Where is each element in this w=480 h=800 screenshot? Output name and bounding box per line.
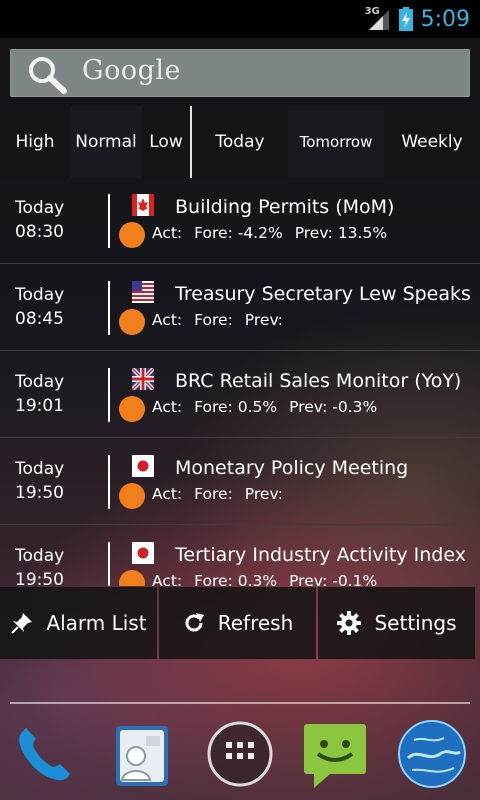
row-divider: [108, 368, 110, 422]
search-icon: [29, 57, 67, 94]
event-row[interactable]: Today 08:30 Building Permits (MoM) Act: Fo…: [0, 178, 480, 264]
network-type: 3G: [364, 6, 380, 17]
importance-dot: [119, 309, 145, 335]
home-dock: [0, 712, 480, 800]
canada-flag-icon: [132, 194, 154, 216]
event-values: Act: Fore: Prev:: [152, 311, 283, 329]
contacts-icon[interactable]: [106, 718, 178, 790]
event-values: Act: Fore: Prev:: [152, 485, 283, 503]
event-row[interactable]: Today 19:50 Monetary Policy Meeting Act: F…: [0, 439, 480, 525]
event-values: Act: Fore: 0.3% Prev: -0.1%: [152, 572, 378, 586]
pin-icon: [11, 613, 33, 634]
row-separator: [0, 350, 480, 351]
event-title: Monetary Policy Meeting: [175, 457, 409, 479]
options-menu: Alarm List Refresh Settings: [0, 587, 475, 659]
event-datetime: Today 08:30: [15, 198, 65, 242]
signal-icon: 3G: [365, 6, 391, 32]
google-search-bar[interactable]: Google: [10, 49, 470, 97]
japan-flag-icon: [132, 455, 154, 477]
row-divider: [108, 281, 110, 335]
row-divider: [108, 194, 110, 248]
importance-dot: [119, 483, 145, 509]
gear-icon: [337, 611, 362, 635]
app-drawer-icon[interactable]: [204, 718, 276, 790]
importance-dot: [119, 222, 145, 248]
status-clock: 5:09: [420, 6, 470, 32]
battery-icon: [398, 7, 413, 31]
row-separator: [0, 524, 480, 525]
japan-flag-icon: [132, 542, 154, 564]
event-datetime: Today 08:45: [15, 285, 65, 329]
tab-normal[interactable]: Normal: [70, 106, 142, 178]
event-datetime: Today 19:50: [15, 546, 65, 586]
event-datetime: Today 19:50: [15, 459, 65, 503]
event-title: Building Permits (MoM): [175, 196, 395, 218]
event-row[interactable]: Today 08:45 Treasury Secretary Lew Speaks…: [0, 265, 480, 351]
alarm-list-button[interactable]: Alarm List: [0, 587, 157, 659]
event-title: Tertiary Industry Activity Index: [175, 544, 466, 566]
row-divider: [108, 455, 110, 509]
tab-today[interactable]: Today: [192, 106, 288, 178]
event-row[interactable]: Today 19:50 Tertiary Industry Activity In…: [0, 526, 480, 586]
messaging-icon[interactable]: [300, 718, 372, 790]
usa-flag-icon: [132, 281, 154, 303]
event-title: BRC Retail Sales Monitor (YoY): [175, 370, 462, 392]
search-label: Google: [82, 55, 181, 86]
event-values: Act: Fore: -4.2% Prev: 13.5%: [152, 224, 388, 242]
status-bar: 3G 5:09: [0, 0, 480, 38]
tab-tomorrow[interactable]: Tomorrow: [288, 106, 384, 178]
row-separator: [0, 263, 480, 264]
uk-flag-icon: [132, 368, 154, 390]
dock-divider: [10, 702, 470, 704]
tab-weekly[interactable]: Weekly: [384, 106, 480, 178]
tab-high[interactable]: High: [0, 106, 70, 178]
event-row[interactable]: Today 19:01 BRC Retail Sales Monitor (YoY…: [0, 352, 480, 438]
row-separator: [0, 437, 480, 438]
browser-globe-icon[interactable]: [396, 718, 468, 790]
settings-button[interactable]: Settings: [318, 587, 475, 659]
event-title: Treasury Secretary Lew Speaks: [175, 283, 471, 305]
tab-low[interactable]: Low: [142, 106, 190, 178]
row-divider: [108, 542, 110, 586]
event-values: Act: Fore: 0.5% Prev: -0.3%: [152, 398, 378, 416]
importance-dot: [119, 570, 145, 586]
refresh-button[interactable]: Refresh: [159, 587, 316, 659]
importance-dot: [119, 396, 145, 422]
event-datetime: Today 19:01: [15, 372, 65, 416]
filter-tabs: High Normal Low Today Tomorrow Weekly: [0, 106, 480, 178]
refresh-icon: [185, 613, 204, 632]
status-indicators: 3G 5:09: [365, 0, 470, 38]
phone-icon[interactable]: [8, 718, 80, 790]
event-list[interactable]: Today 08:30 Building Permits (MoM) Act: Fo…: [0, 178, 480, 586]
